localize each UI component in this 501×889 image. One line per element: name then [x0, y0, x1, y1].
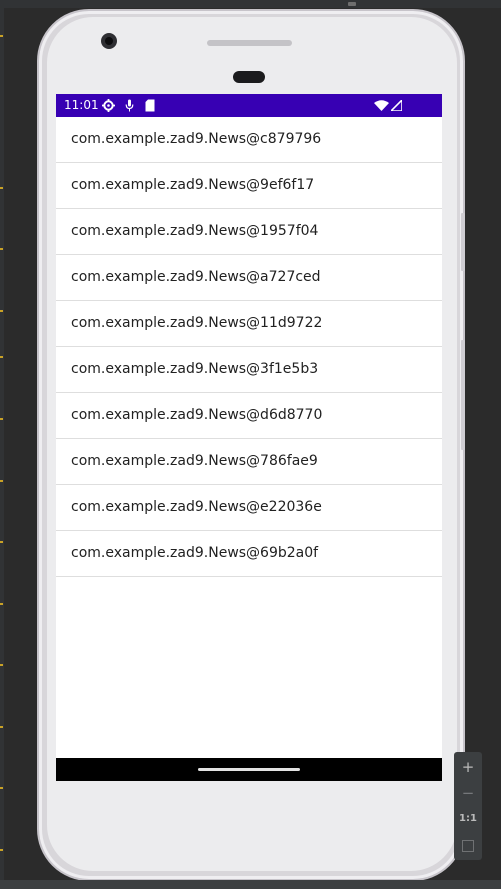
zoom-fit-button[interactable] — [454, 833, 482, 857]
microphone-icon — [125, 99, 134, 112]
list-item[interactable]: com.example.zad9.News@9ef6f17 — [56, 163, 442, 209]
zoom-in-button[interactable]: + — [454, 755, 482, 779]
zoom-out-button[interactable]: − — [454, 781, 482, 805]
list-item[interactable]: com.example.zad9.News@d6d8770 — [56, 393, 442, 439]
gear-icon — [102, 99, 115, 112]
ide-scroll-handle — [348, 2, 356, 6]
status-time: 11:01 — [64, 98, 99, 112]
status-bar: 11:01 — [56, 94, 442, 117]
list-item-label: com.example.zad9.News@11d9722 — [71, 315, 323, 331]
app-screen: 11:01 com.example.zad9.News@c879796 com.… — [56, 94, 442, 781]
list-item[interactable]: com.example.zad9.News@a727ced — [56, 255, 442, 301]
navigation-bar — [56, 758, 442, 781]
list-item-label: com.example.zad9.News@1957f04 — [71, 223, 319, 239]
list-item[interactable]: com.example.zad9.News@3f1e5b3 — [56, 347, 442, 393]
fit-screen-icon — [462, 839, 474, 852]
sd-card-icon — [145, 99, 155, 112]
list-item-label: com.example.zad9.News@d6d8770 — [71, 407, 323, 423]
home-gesture-handle[interactable] — [198, 768, 300, 771]
list-item-label: com.example.zad9.News@3f1e5b3 — [71, 361, 319, 377]
list-item[interactable]: com.example.zad9.News@69b2a0f — [56, 531, 442, 577]
zoom-actual-size-button[interactable]: 1:1 — [454, 807, 482, 831]
list-item[interactable]: com.example.zad9.News@c879796 — [56, 117, 442, 163]
list-item-label: com.example.zad9.News@786fae9 — [71, 453, 318, 469]
list-item-label: com.example.zad9.News@e22036e — [71, 499, 322, 515]
list-item[interactable]: com.example.zad9.News@786fae9 — [56, 439, 442, 485]
volume-rocker[interactable] — [461, 340, 465, 450]
news-list[interactable]: com.example.zad9.News@c879796 com.exampl… — [56, 117, 442, 577]
ide-bottom-bar — [0, 880, 501, 889]
earpiece-speaker — [207, 40, 292, 46]
list-item[interactable]: com.example.zad9.News@e22036e — [56, 485, 442, 531]
wifi-icon — [374, 100, 389, 111]
ide-top-bar — [0, 0, 501, 8]
list-item[interactable]: com.example.zad9.News@11d9722 — [56, 301, 442, 347]
signal-icon — [391, 100, 402, 111]
emulator-zoom-controls: + − 1:1 — [454, 752, 482, 860]
power-button[interactable] — [461, 213, 465, 271]
list-item-label: com.example.zad9.News@9ef6f17 — [71, 177, 315, 193]
list-item-label: com.example.zad9.News@a727ced — [71, 269, 321, 285]
proximity-sensor — [233, 71, 265, 83]
list-item[interactable]: com.example.zad9.News@1957f04 — [56, 209, 442, 255]
list-item-label: com.example.zad9.News@c879796 — [71, 131, 322, 147]
list-item-label: com.example.zad9.News@69b2a0f — [71, 545, 319, 561]
ide-left-gutter — [0, 0, 4, 889]
front-camera-icon — [101, 33, 117, 49]
